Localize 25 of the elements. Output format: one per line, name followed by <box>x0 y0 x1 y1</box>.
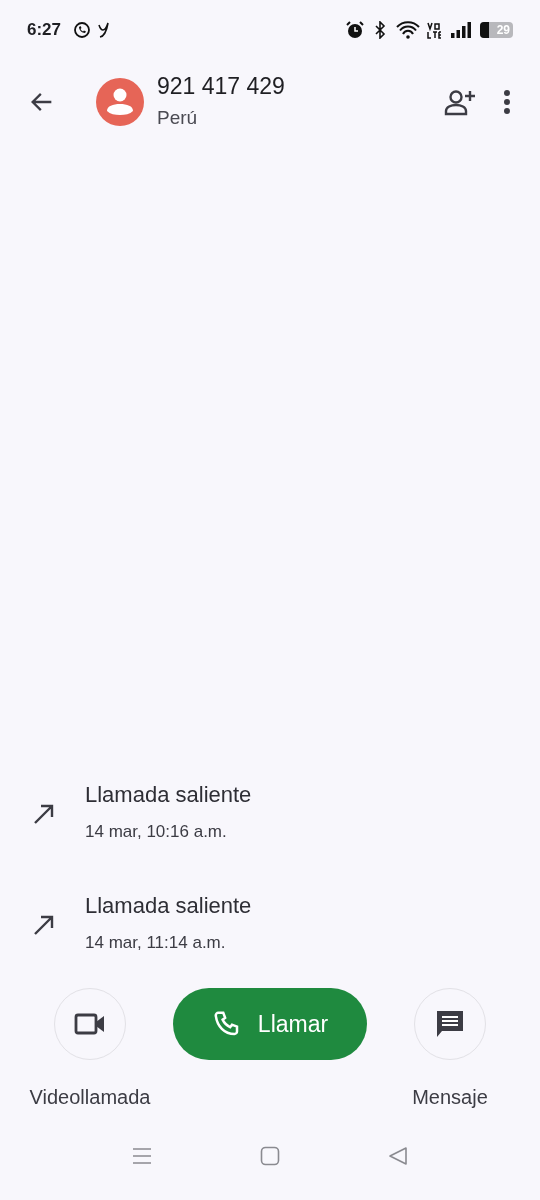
chat-app-icon <box>73 21 92 39</box>
call-type: Llamada saliente <box>85 781 252 810</box>
bluetooth-icon <box>374 21 386 39</box>
home-icon[interactable] <box>260 1146 280 1166</box>
status-time: 6:27 <box>27 19 62 42</box>
back-icon[interactable] <box>388 1146 408 1166</box>
call-type: Llamada saliente <box>85 892 252 921</box>
volte-icon <box>426 21 442 39</box>
contact-number: 921 417 429 <box>157 71 285 101</box>
signal-icon <box>450 21 472 39</box>
call-time: 14 mar, 11:14 a.m. <box>85 932 227 955</box>
alarm-icon <box>345 20 365 40</box>
video-camera-icon <box>74 1013 106 1035</box>
battery-icon: 29 <box>480 22 513 38</box>
more-options-icon <box>503 89 511 115</box>
call-time: 14 mar, 10:16 a.m. <box>85 821 228 844</box>
video-call-label: Videollamada <box>29 1085 151 1110</box>
avatar-icon <box>96 78 144 126</box>
add-person-icon <box>443 88 477 116</box>
message-icon <box>434 1009 466 1039</box>
wifi-icon <box>396 21 420 39</box>
script-icon <box>97 21 112 39</box>
contact-country: Perú <box>157 105 199 130</box>
message-label: Mensaje <box>412 1085 488 1110</box>
call-button[interactable]: Llamar <box>173 988 367 1060</box>
